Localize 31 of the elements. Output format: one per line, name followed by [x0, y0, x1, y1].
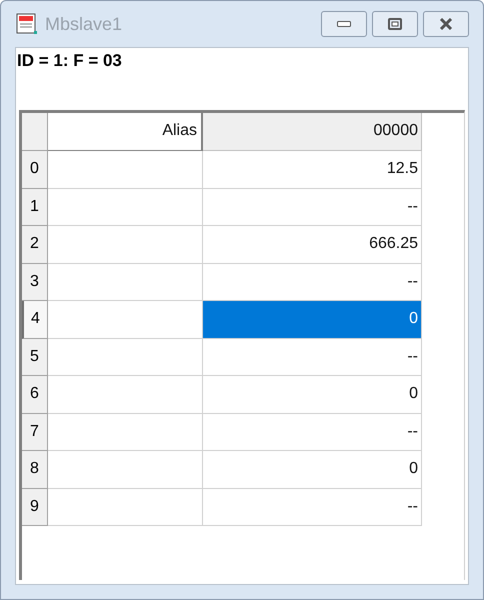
maximize-icon [388, 18, 402, 30]
table-cell[interactable]: 0 [203, 451, 422, 488]
status-text: ID = 1: F = 03 [17, 51, 122, 70]
row-header[interactable]: 8 [22, 451, 48, 488]
row-header[interactable]: 5 [22, 338, 48, 376]
table-cell[interactable]: 0 [203, 376, 422, 414]
minimize-icon [337, 21, 351, 27]
table-cell[interactable]: 0 [203, 301, 422, 338]
table-cell[interactable]: -- [203, 488, 422, 526]
column-header[interactable]: Alias [48, 113, 203, 151]
corner-header [22, 113, 48, 151]
row-header[interactable]: 9 [22, 488, 48, 526]
table-cell[interactable]: 666.25 [203, 226, 422, 264]
close-button[interactable] [423, 11, 469, 37]
row-header[interactable]: 1 [22, 188, 48, 226]
row-header[interactable]: 6 [22, 376, 48, 414]
row-header[interactable]: 2 [22, 226, 48, 264]
close-icon [439, 18, 453, 30]
table-cell[interactable]: -- [203, 188, 422, 226]
table-cell[interactable]: -- [203, 414, 422, 451]
table-cell[interactable]: 12.5 [203, 151, 422, 188]
row-header[interactable]: 3 [22, 264, 48, 301]
column-header[interactable]: 00000 [203, 113, 422, 151]
maximize-button[interactable] [372, 11, 418, 37]
minimize-button[interactable] [321, 11, 367, 37]
row-header[interactable]: 4 [22, 301, 48, 338]
table-cell[interactable]: -- [203, 338, 422, 376]
window-title: Mbslave1 [45, 12, 122, 36]
row-header[interactable]: 0 [22, 151, 48, 188]
document-icon [15, 12, 39, 36]
row-header[interactable]: 7 [22, 414, 48, 451]
